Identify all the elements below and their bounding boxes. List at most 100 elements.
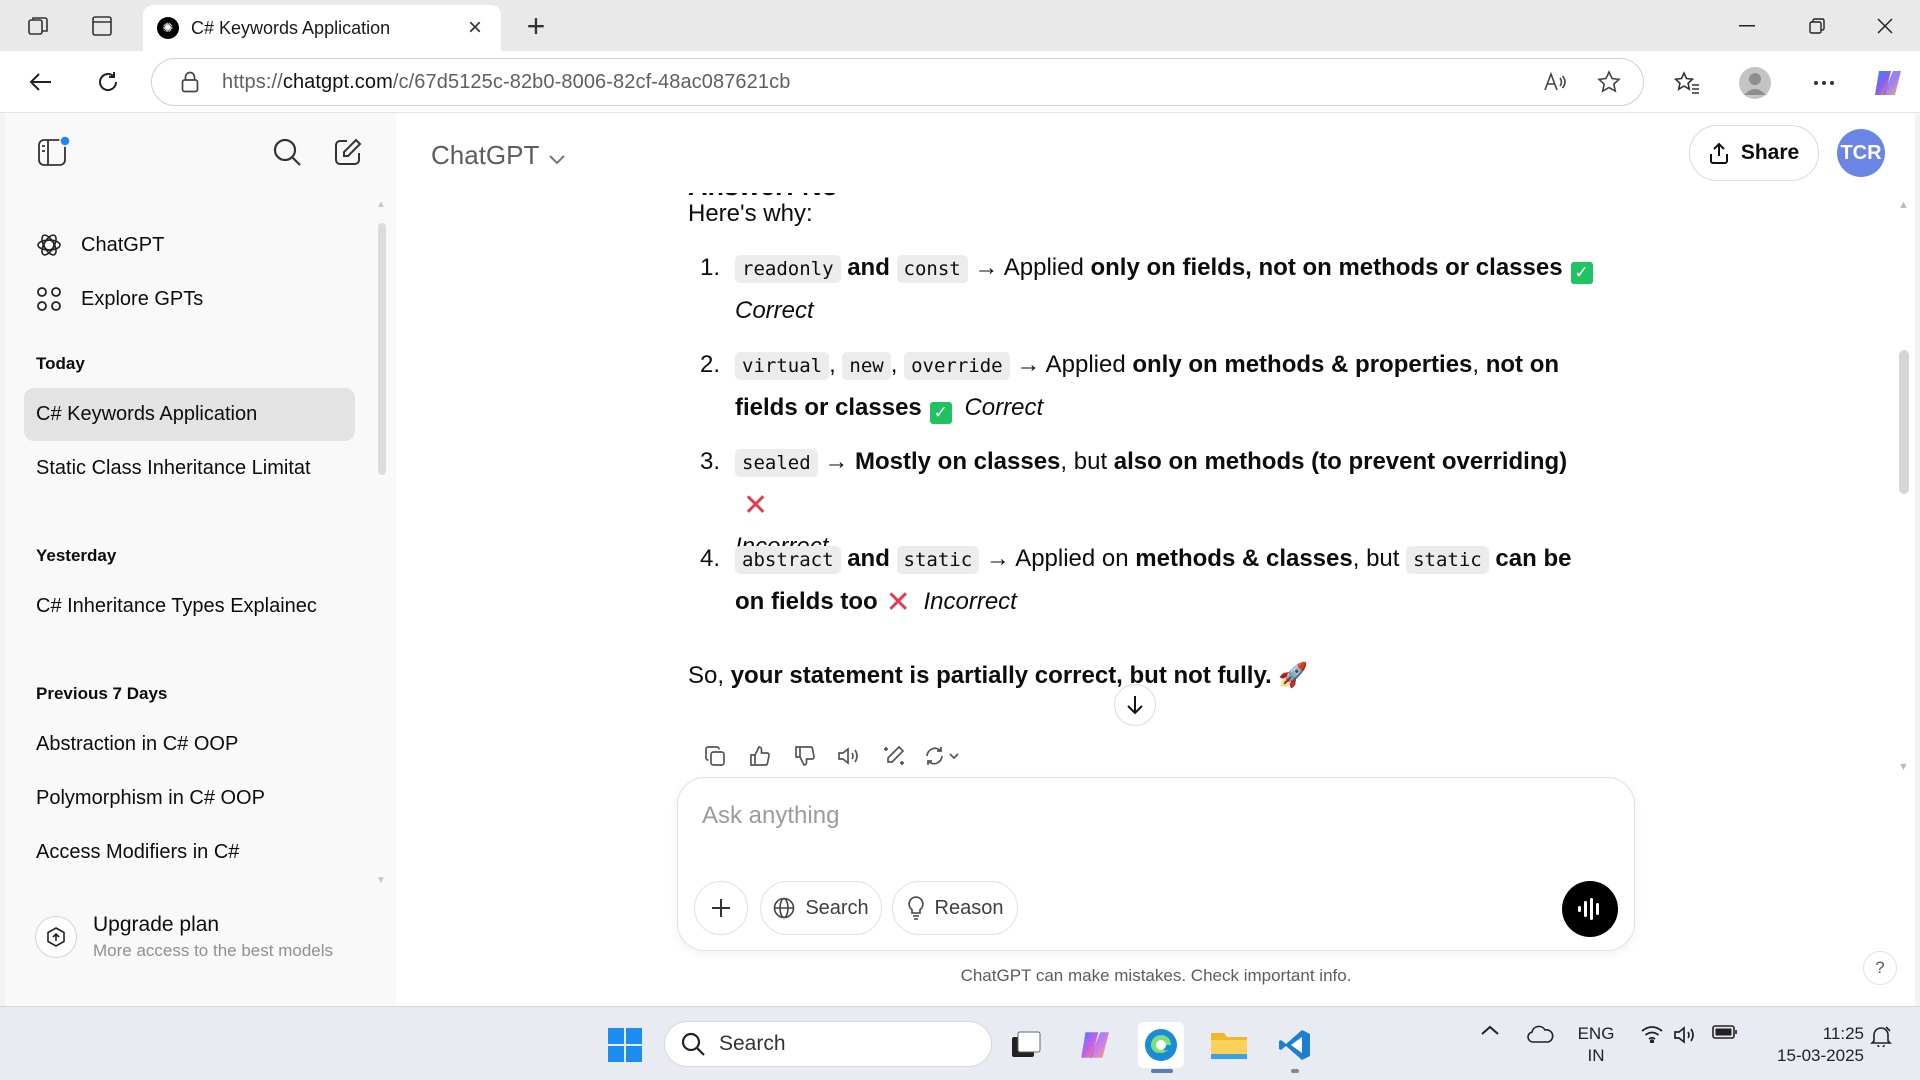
globe-icon (773, 897, 795, 919)
main-panel: ChatGPT Share TCR Answer: No Here's why:… (396, 113, 1915, 1006)
browser-tab-active[interactable]: ✺ C# Keywords Application × (143, 5, 501, 51)
wifi-icon[interactable] (1638, 1025, 1666, 1043)
chat-item[interactable]: C# Keywords Application (24, 388, 355, 441)
taskbar-search[interactable]: Search (664, 1021, 992, 1067)
prompt-input[interactable] (702, 796, 1582, 836)
lock-icon[interactable] (178, 71, 202, 93)
thumbs-up-icon[interactable] (737, 738, 782, 774)
help-button[interactable]: ? (1863, 951, 1897, 985)
url-text[interactable]: https://chatgpt.com/c/67d5125c-82b0-8006… (222, 71, 1535, 94)
copilot-taskbar-icon[interactable] (1071, 1022, 1117, 1068)
volume-icon[interactable] (1672, 1025, 1700, 1045)
back-icon[interactable] (22, 63, 60, 101)
file-explorer-icon[interactable] (1206, 1022, 1252, 1068)
new-chat-icon[interactable] (329, 133, 367, 171)
voice-mode-button[interactable] (1562, 881, 1618, 937)
reason-toggle-button[interactable]: Reason (892, 881, 1018, 935)
address-bar[interactable]: https://chatgpt.com/c/67d5125c-82b0-8006… (151, 58, 1644, 106)
chat-item[interactable]: Access Modifiers in C# (24, 826, 355, 879)
more-options-icon[interactable] (1804, 63, 1844, 103)
read-aloud-icon[interactable] (827, 738, 872, 774)
audio-waveform-icon (1577, 897, 1603, 921)
system-clock[interactable]: 11:25 15-03-2025 (1752, 1023, 1864, 1067)
list-number: 2. (699, 351, 720, 378)
share-icon (1709, 142, 1729, 164)
main-scrollbar[interactable] (1899, 350, 1909, 494)
upgrade-plan-button[interactable]: Upgrade plan More access to the best mod… (35, 913, 333, 961)
chat-item[interactable]: Polymorphism in C# OOP (24, 772, 355, 825)
text: → Applied on (985, 545, 1129, 572)
favorites-icon[interactable] (1667, 63, 1707, 103)
inline-code: sealed (735, 449, 818, 477)
restore-icon[interactable] (1782, 0, 1852, 51)
disclaimer-text: ChatGPT can make mistakes. Check importa… (960, 966, 1352, 985)
upgrade-icon (35, 916, 77, 958)
upgrade-title: Upgrade plan (93, 913, 220, 936)
taskbar-search-label: Search (719, 1032, 786, 1055)
scroll-up-arrow-icon[interactable]: ▲ (376, 199, 386, 210)
sidebar-item-chatgpt[interactable]: ChatGPT (35, 223, 164, 267)
regenerate-icon[interactable] (917, 738, 969, 774)
attach-button[interactable] (694, 881, 748, 935)
bold-text: only on methods & properties (1132, 351, 1473, 378)
inline-code: readonly (735, 255, 841, 283)
sidebar-item-label: ChatGPT (81, 233, 165, 256)
battery-icon[interactable] (1710, 1025, 1740, 1039)
message-actions (692, 738, 969, 774)
text: , but (1352, 545, 1400, 572)
model-title: ChatGPT (431, 139, 540, 170)
edit-in-canvas-icon[interactable] (872, 738, 917, 774)
scroll-down-arrow-icon[interactable]: ▼ (1898, 761, 1909, 773)
sidebar-item-label: Explore GPTs (81, 287, 204, 310)
copilot-icon[interactable] (1867, 63, 1907, 103)
url-domain: chatgpt.com (282, 70, 393, 93)
share-label: Share (1740, 141, 1800, 164)
sidebar-item-explore-gpts[interactable]: Explore GPTs (35, 277, 203, 321)
show-hidden-icons-icon[interactable] (1478, 1025, 1502, 1035)
chatgpt-favicon-icon: ✺ (157, 17, 179, 39)
chat-item[interactable]: C# Inheritance Types Explainec (24, 580, 355, 633)
inline-code: const (896, 255, 968, 283)
thumbs-down-icon[interactable] (782, 738, 827, 774)
language-indicator[interactable]: ENG IN (1576, 1023, 1616, 1067)
text: → Applied (1016, 351, 1126, 378)
webpage: ChatGPT Explore GPTs Today C# Keywords A… (5, 113, 1915, 1006)
text: So, (688, 662, 725, 689)
bold-text: only on fields, not on methods or classe… (1090, 254, 1563, 281)
language-region: IN (1587, 1046, 1605, 1065)
windows-start-icon[interactable] (602, 1022, 648, 1068)
model-selector[interactable]: ChatGPT (431, 138, 566, 172)
profile-avatar-icon[interactable] (1735, 63, 1775, 103)
close-tab-icon[interactable]: × (459, 12, 491, 44)
notifications-icon[interactable] (1866, 1025, 1896, 1047)
task-view-icon[interactable] (1003, 1022, 1049, 1068)
scroll-to-bottom-button[interactable] (1114, 684, 1156, 726)
section-heading-previous-7-days: Previous 7 Days (36, 684, 168, 703)
copy-icon[interactable] (692, 738, 737, 774)
refresh-icon[interactable] (89, 63, 127, 101)
browser-toolbar: https://chatgpt.com/c/67d5125c-82b0-8006… (0, 51, 1920, 113)
share-button[interactable]: Share (1689, 125, 1819, 181)
workspaces-icon[interactable] (22, 10, 54, 42)
tab-actions-icon[interactable] (86, 10, 118, 42)
chat-item[interactable]: Abstraction in C# OOP (24, 718, 355, 771)
url-prefix: https:// (222, 70, 283, 93)
search-chats-icon[interactable] (268, 133, 306, 171)
edge-taskbar-icon[interactable] (1138, 1022, 1184, 1068)
sidebar-scrollbar[interactable] (378, 223, 386, 475)
minimize-icon[interactable] (1712, 0, 1782, 51)
scroll-up-arrow-icon[interactable]: ▲ (1898, 199, 1909, 211)
onedrive-icon[interactable] (1524, 1025, 1556, 1043)
inline-code: new (842, 352, 891, 380)
chat-item[interactable]: Static Class Inheritance Limitat (24, 442, 355, 495)
sidebar: ChatGPT Explore GPTs Today C# Keywords A… (5, 113, 396, 1006)
vscode-icon[interactable] (1272, 1022, 1318, 1068)
toggle-sidebar-icon[interactable] (35, 133, 73, 171)
scroll-down-arrow-icon[interactable]: ▼ (376, 875, 386, 886)
read-aloud-icon[interactable] (1535, 62, 1575, 102)
user-avatar[interactable]: TCR (1837, 129, 1885, 177)
favorite-star-icon[interactable] (1589, 62, 1629, 102)
new-tab-icon[interactable]: + (518, 8, 554, 44)
close-window-icon[interactable] (1850, 0, 1920, 51)
search-toggle-button[interactable]: Search (760, 881, 882, 935)
